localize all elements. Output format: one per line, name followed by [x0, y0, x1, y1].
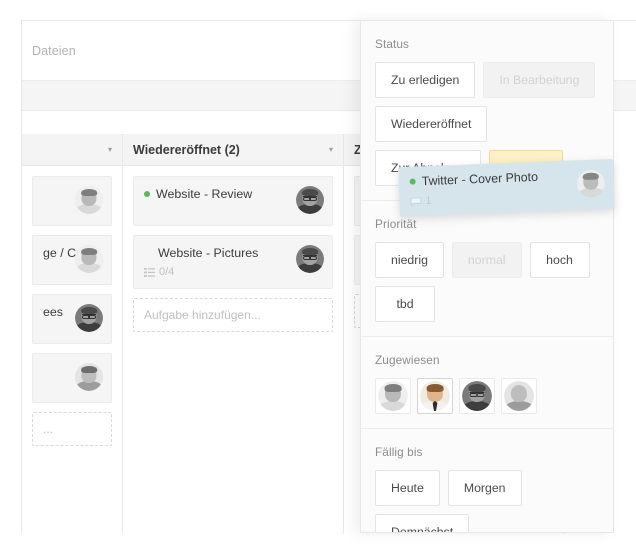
- assignees-section-label: Zugewiesen: [375, 353, 440, 367]
- avatar: [576, 169, 606, 199]
- status-section-label: Status: [375, 37, 410, 51]
- status-dot-icon: [409, 178, 416, 185]
- priority-chip-hoch[interactable]: hoch: [529, 242, 590, 278]
- column-header-2[interactable]: Wiedereröffnet (2) ▾: [123, 134, 343, 166]
- priority-section: Priorität niedrig normal hoch tbd: [361, 201, 613, 337]
- task-detail-panel: Status Zu erledigen In Bearbeitung Wiede…: [360, 20, 614, 533]
- files-tab-label[interactable]: Dateien: [32, 44, 76, 58]
- task-card[interactable]: [32, 176, 112, 226]
- due-chip-demnaechst[interactable]: Demnächst: [375, 514, 470, 532]
- checklist-icon: [144, 267, 155, 277]
- add-task-button[interactable]: Aufgabe hinzufügen...: [133, 298, 333, 332]
- column-body-1: ge / Cover ees ...: [22, 166, 122, 446]
- task-card[interactable]: [32, 353, 112, 403]
- due-chip-morgen[interactable]: Morgen: [447, 470, 522, 506]
- priority-chip-tbd[interactable]: tbd: [375, 286, 435, 322]
- caret-down-icon[interactable]: ▾: [103, 145, 112, 154]
- dragged-task-card[interactable]: Twitter - Cover Photo 1: [398, 158, 615, 218]
- board-column-2: Wiedereröffnet (2) ▾ Website - Review We…: [123, 134, 344, 534]
- avatar: [296, 245, 324, 273]
- assignees-section: Zugewiesen: [361, 337, 613, 429]
- priority-section-label: Priorität: [375, 217, 417, 231]
- due-date-chip-row: Heute Morgen Demnächst: [375, 470, 599, 532]
- dragged-task-title-text: Twitter - Cover Photo: [421, 169, 539, 189]
- app-root: Dateien ▾ ge / Cover ees ... Wiedereröff…: [0, 0, 636, 550]
- task-title: Website - Review: [144, 187, 288, 202]
- task-card[interactable]: ge / Cover: [32, 235, 112, 285]
- assignee-avatar-3[interactable]: [459, 378, 495, 414]
- task-title-text: Website - Review: [156, 187, 253, 201]
- board-column-1: ▾ ge / Cover ees ...: [21, 134, 123, 534]
- avatar: [296, 186, 324, 214]
- status-chip-in-bearbeitung[interactable]: In Bearbeitung: [483, 62, 596, 98]
- priority-chip-row: niedrig normal hoch tbd: [375, 242, 599, 322]
- checklist-count: 0/4: [159, 266, 175, 278]
- avatar: [75, 186, 103, 214]
- status-dot-icon: [144, 191, 150, 197]
- assignee-avatar-4[interactable]: [501, 378, 537, 414]
- dragged-task-meta: 1: [410, 189, 572, 207]
- avatar: [75, 245, 103, 273]
- priority-chip-normal[interactable]: normal: [451, 242, 522, 278]
- task-card[interactable]: ees: [32, 294, 112, 344]
- status-chip-zu-erledigen[interactable]: Zu erledigen: [375, 62, 476, 98]
- comment-count: 1: [425, 194, 432, 208]
- task-card[interactable]: Website - Review: [133, 176, 333, 226]
- due-date-section-label: Fällig bis: [375, 445, 423, 459]
- column-title-2: Wiedereröffnet (2): [133, 142, 240, 157]
- assignee-avatar-1[interactable]: [375, 378, 411, 414]
- add-task-button[interactable]: ...: [32, 412, 112, 446]
- task-card[interactable]: Website - Pictures 0/4: [133, 235, 333, 289]
- dragged-task-title: Twitter - Cover Photo: [409, 168, 571, 189]
- task-title: Website - Pictures: [158, 246, 259, 260]
- due-chip-heute[interactable]: Heute: [375, 470, 440, 506]
- assignee-avatar-row: [375, 378, 599, 414]
- due-date-section: Fällig bis Heute Morgen Demnächst: [361, 429, 613, 532]
- task-title: ge / Cover: [43, 246, 101, 260]
- task-meta: 0/4: [144, 266, 288, 278]
- column-header-1[interactable]: ▾: [22, 134, 122, 166]
- status-chip-wiedereroeffnet[interactable]: Wiedereröffnet: [375, 106, 488, 142]
- task-title: ees: [43, 305, 63, 319]
- comment-icon: [410, 196, 422, 207]
- avatar: [75, 304, 103, 332]
- avatar: [75, 363, 103, 391]
- assignee-avatar-2[interactable]: [417, 378, 453, 414]
- column-body-2: Website - Review Website - Pictures 0/4 …: [123, 166, 343, 332]
- caret-down-icon[interactable]: ▾: [324, 145, 333, 154]
- priority-chip-niedrig[interactable]: niedrig: [375, 242, 444, 278]
